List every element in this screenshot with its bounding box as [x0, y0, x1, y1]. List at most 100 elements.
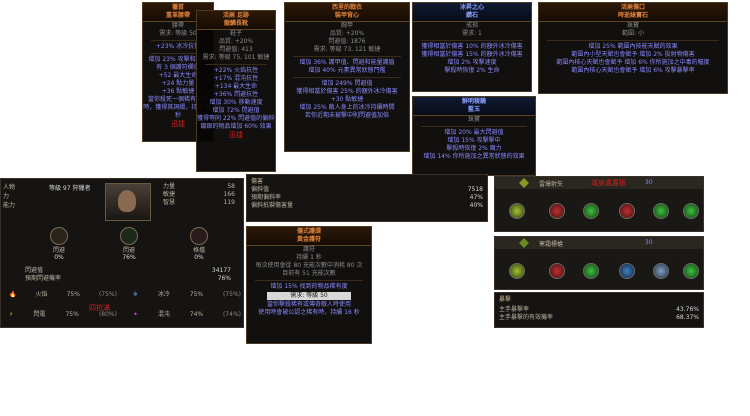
jewel-tooltip-2: 活屍傷口 時逝綠寶石 珠寶 範圍: 小 增加 25% 範圍內技能天賦的效果 範圍… [538, 2, 728, 94]
stat-label: 預期閃避機率 [25, 275, 62, 282]
res-label: 冰冷 [157, 291, 170, 298]
item-base: 黃金護符 [296, 236, 321, 243]
mod-line: 使用時會被公認之稀有時，持續 16 秒 [258, 309, 360, 316]
support-gem-icon[interactable] [619, 263, 635, 279]
stat-value: 76% [217, 275, 231, 282]
support-gem-icon[interactable] [509, 263, 525, 279]
mod-line: 增加 30% 移動速度 [209, 99, 263, 106]
item-title: 活屍傷口 [620, 4, 645, 11]
item-base: 鑽石 [465, 12, 478, 19]
res-label: 火焰 [35, 291, 48, 298]
support-gem-icon[interactable] [549, 203, 565, 219]
attribute-value: 119 [223, 199, 235, 206]
annotation-label: 迅捷 [229, 131, 243, 139]
support-gem-icon[interactable] [509, 203, 525, 219]
attribute-row: 智慧 119 [159, 199, 239, 207]
item-header: 鮮明稜鏡 藍玉 [413, 97, 535, 116]
skill-name[interactable]: 寒霜標槍 [539, 239, 563, 248]
support-gem-icon[interactable] [549, 263, 565, 279]
res-label: 閃電 [33, 311, 46, 318]
stat-value: 43.76% [676, 306, 699, 313]
mod-line: 範圍內核心天賦也會賦予 增加 6% 你所施加之中毒的幅度 [556, 59, 710, 66]
support-gem-icon[interactable] [619, 203, 635, 219]
skill-name[interactable]: 雷爆射矢 [539, 179, 563, 188]
mod-line: +134 最大生命 [214, 83, 258, 90]
jewel-tooltip-1: 鮮明稜鏡 藍玉 珠寶 增加 20% 最大閃避值 增加 15% 攻擊擊中 擊殺時恢… [412, 96, 536, 176]
mod-line: 獲得相當於傷害 25% 的額外冰冷傷害 [296, 88, 398, 95]
chaos-res-icon: ✦ [133, 311, 139, 318]
annotation-label: 四抗滿 [89, 304, 110, 312]
separator [293, 56, 401, 57]
item-evasion: 閃避值: 413 [219, 46, 253, 53]
support-gem-icon[interactable] [583, 203, 599, 219]
stat-label: 主手暴擊的有效機率 [499, 314, 554, 321]
mod-line: 擊殺時恢復 2% 生命 [444, 67, 500, 74]
item-header: 西里的戰衣 裝甲背心 [285, 3, 409, 22]
item-type: 珠寶 [626, 22, 639, 29]
stat-value: 7518 [467, 186, 483, 193]
mod-line: 當你擊殺稀有或傳奇敵人時使用 [266, 301, 351, 308]
mod-line: 增加 25% 敵人身上的冰冷持續時間 [299, 104, 395, 111]
separator [421, 40, 523, 41]
armour-icon [50, 227, 68, 245]
support-gem-icon[interactable] [683, 203, 699, 219]
item-req: 需求: 1 [462, 30, 482, 37]
ring-tooltip: 冰昇之心 鑽石 戒指 需求: 1 獲得相當於傷害 10% 的額外冰冷傷害 獲得相… [412, 2, 532, 92]
side-tab[interactable]: 能力 [3, 201, 43, 210]
stat-row: 主手暴擊的有效機率 68.37% [495, 314, 703, 322]
stat-row: 預期閃避機率 76% [21, 275, 235, 283]
stat-label: 主手暴擊率 [499, 306, 530, 313]
mod-line: 增加 72% 閃避值 [212, 107, 260, 114]
stat-row: 預期偏斜率 47% [247, 194, 487, 202]
item-evasion: 閃避值: 1876 [328, 38, 366, 45]
mod-line: 獲得相當於傷害 15% 的額外冰冷傷害 [421, 51, 523, 58]
skill-header: 寒霜標槍 30 [495, 237, 703, 249]
mod-line: 增加 15% 攻擊擊中 [447, 137, 501, 144]
item-req: 需求: 等級 75, 101 敏捷 [202, 54, 270, 61]
separator [421, 126, 527, 127]
panel-title: 傷害 [251, 178, 264, 185]
separator [255, 280, 363, 281]
side-tab[interactable]: 力 [3, 192, 43, 201]
mod-line: 增加 2% 攻擊速度 [447, 59, 497, 66]
cold-res-icon: ❄ [133, 291, 139, 298]
stat-row: 偏斜抵禦傷害量 40% [247, 202, 487, 210]
item-type: 戒指 [465, 22, 478, 29]
support-gem-icon[interactable] [653, 263, 669, 279]
item-header: 傷式護環 黃金護符 [247, 227, 371, 246]
orb-label: 閃避 [122, 247, 135, 254]
item-req: 需求: 等級 50 [267, 292, 351, 300]
attribute-list: 力量 58 敏捷 166 智慧 119 [159, 183, 239, 207]
panel-title: 暴擊 [499, 296, 512, 303]
res-label: 混沌 [157, 311, 170, 318]
mod-line: 增加 14% 你所施加之異常狀態的效果 [423, 153, 525, 160]
attribute-row: 力量 58 [159, 183, 239, 191]
avatar [118, 190, 136, 212]
support-gem-icon[interactable] [653, 203, 669, 219]
mod-line: +22% 火焰抗性 [213, 67, 259, 74]
defense-orb: 格擋 0% [179, 227, 219, 261]
side-tab[interactable]: 人物 [3, 183, 43, 192]
item-duration: 持續 1 秒 [296, 254, 322, 261]
mod-line: 增加 36% 護甲值、閃避和能量護盾 [299, 59, 395, 66]
mod-line: 增加 40% 元素異常狀態門檻 [308, 67, 386, 74]
item-base: 裝甲背心 [334, 12, 359, 19]
skill-header: 雷爆射矢 減身處置板 30 [495, 177, 703, 189]
res-value: 75% [65, 311, 79, 318]
boots-tooltip: 活屍 足跡 龍鱗長靴 鞋子 品質: +20% 閃避值: 413 需求: 等級 7… [196, 10, 276, 172]
item-radius: 範圍: 小 [622, 30, 644, 37]
body-armour-tooltip: 西里的戰衣 裝甲背心 胸甲 品質: +20% 閃避值: 1876 需求: 等級 … [284, 2, 410, 152]
support-gem-icon[interactable] [583, 263, 599, 279]
mod-line: 獲得相當於傷害 10% 的額外冰冷傷害 [421, 43, 523, 50]
item-header: 活屍傷口 時逝綠寶石 [539, 3, 727, 22]
resistance-cell: 🔥 火焰 75% (75%) [5, 291, 121, 299]
lightning-res-icon: ⚡ [9, 311, 14, 318]
character-portrait [105, 183, 151, 221]
res-cap: (74%) [222, 311, 241, 318]
support-gem-icon[interactable] [683, 263, 699, 279]
mod-line: 鍍銀的物品增加 60% 效果 [200, 123, 272, 130]
defense-orb: 閃避 76% [109, 227, 149, 261]
item-charges: 每次使用會從 80 充能次數中消耗 80 次 [255, 262, 363, 269]
orb-label: 閃避 [52, 247, 65, 254]
skill-panel-2: 寒霜標槍 30 [494, 236, 704, 290]
